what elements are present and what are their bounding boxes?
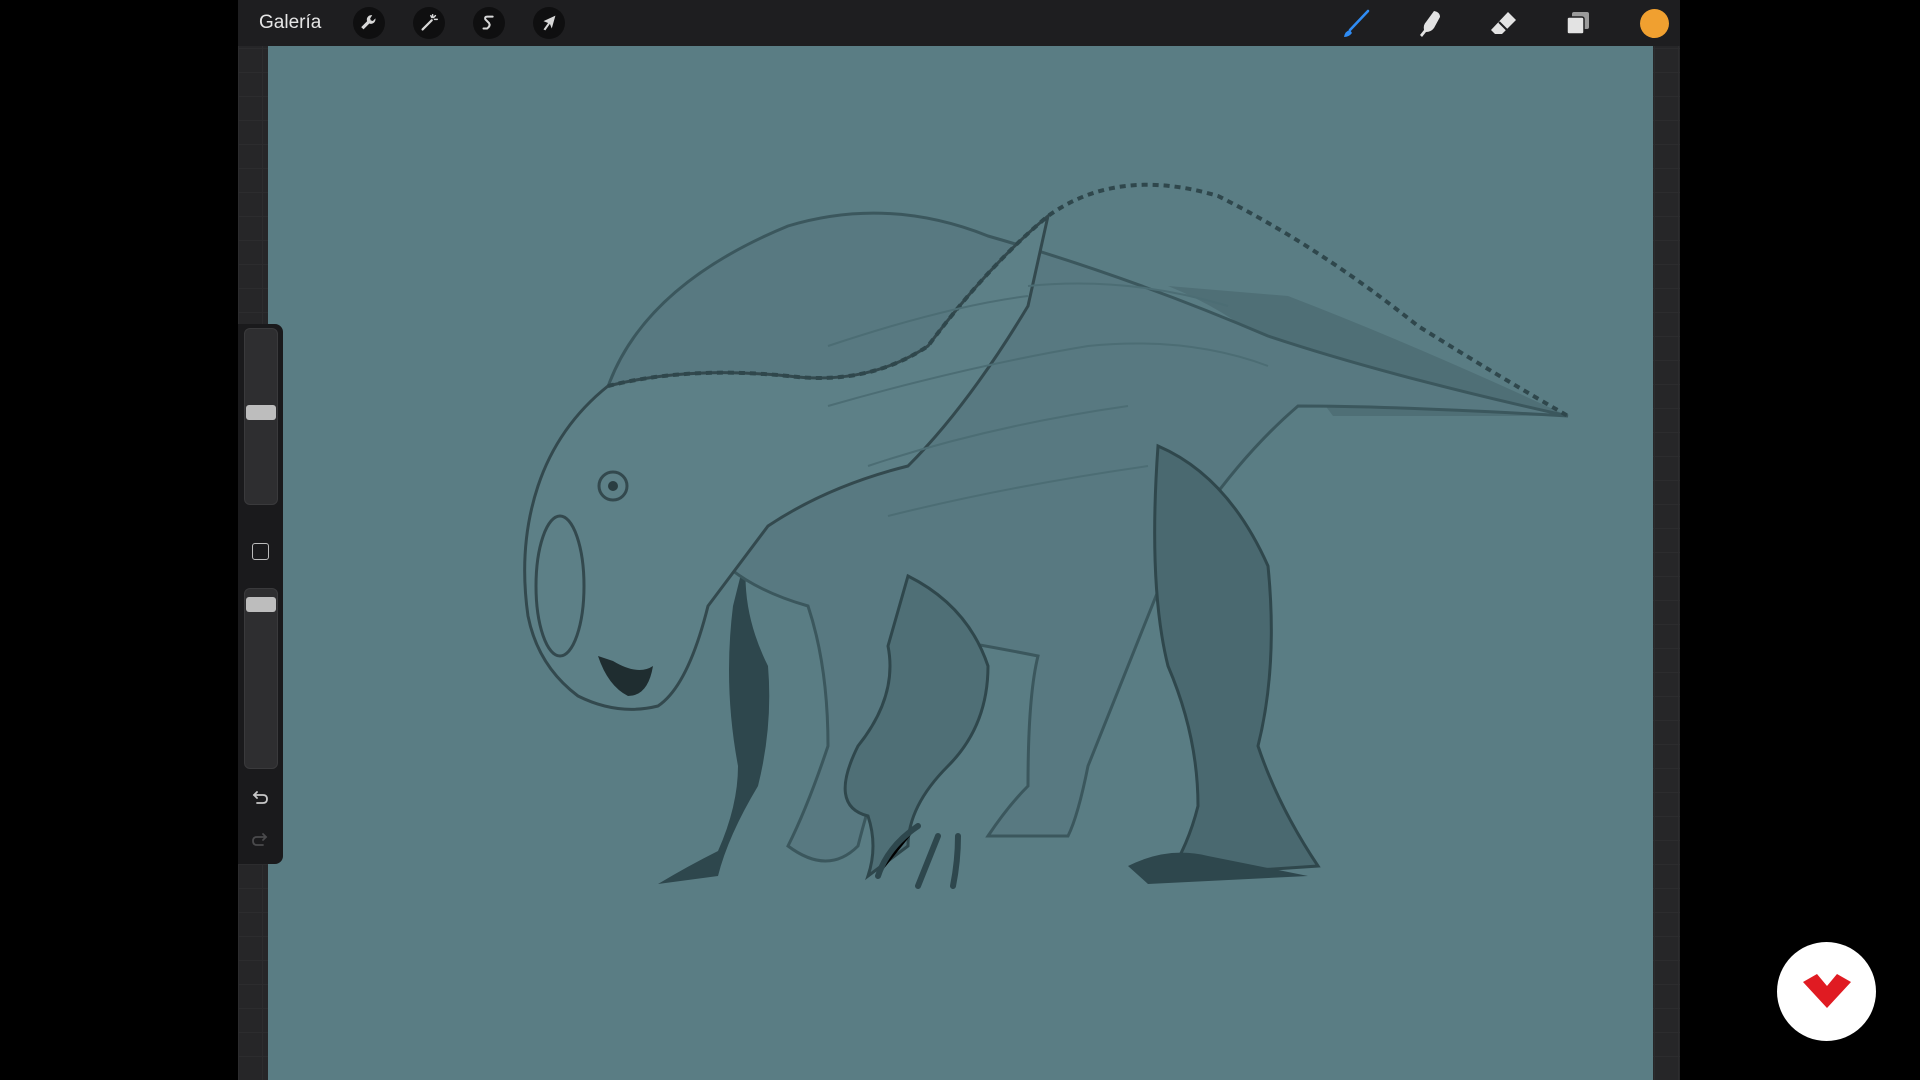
selection-button[interactable] [473,7,506,39]
gallery-button[interactable]: Galería [259,12,321,34]
drawing-canvas[interactable] [268,46,1653,1080]
wrench-icon [361,15,376,30]
actions-button[interactable] [353,7,386,39]
domestika-logo [1777,942,1876,1041]
redo-arrow-icon [252,833,268,846]
eraser-button[interactable] [1487,7,1521,41]
modify-button[interactable] [252,543,269,560]
opacity-thumb[interactable] [246,597,276,613]
opacity-slider[interactable] [244,588,278,769]
redo-button[interactable] [248,828,272,852]
side-toolbar [238,324,283,864]
adjustments-button[interactable] [413,7,446,39]
dinosaur-drawing-image [268,46,1653,1080]
magic-wand-icon [421,14,439,31]
procreate-app: Galería [238,0,1680,1080]
brush-icon [1344,9,1370,37]
top-toolbar: Galería [238,0,1680,46]
transform-button[interactable] [533,7,566,39]
brush-size-slider[interactable] [244,328,278,505]
smudge-button[interactable] [1413,7,1447,41]
layers-button[interactable] [1561,7,1595,41]
domestika-logo-icon [1802,973,1851,1008]
brush-button[interactable] [1339,7,1373,41]
brush-size-thumb[interactable] [246,404,276,420]
undo-arrow-icon [252,791,268,804]
color-picker-button[interactable] [1640,9,1669,38]
arrow-cursor-icon [543,15,556,31]
undo-button[interactable] [248,786,272,810]
smudge-finger-icon [1420,11,1440,37]
selection-s-icon [482,15,494,30]
layers-icon [1566,12,1589,35]
eraser-icon [1491,12,1516,34]
